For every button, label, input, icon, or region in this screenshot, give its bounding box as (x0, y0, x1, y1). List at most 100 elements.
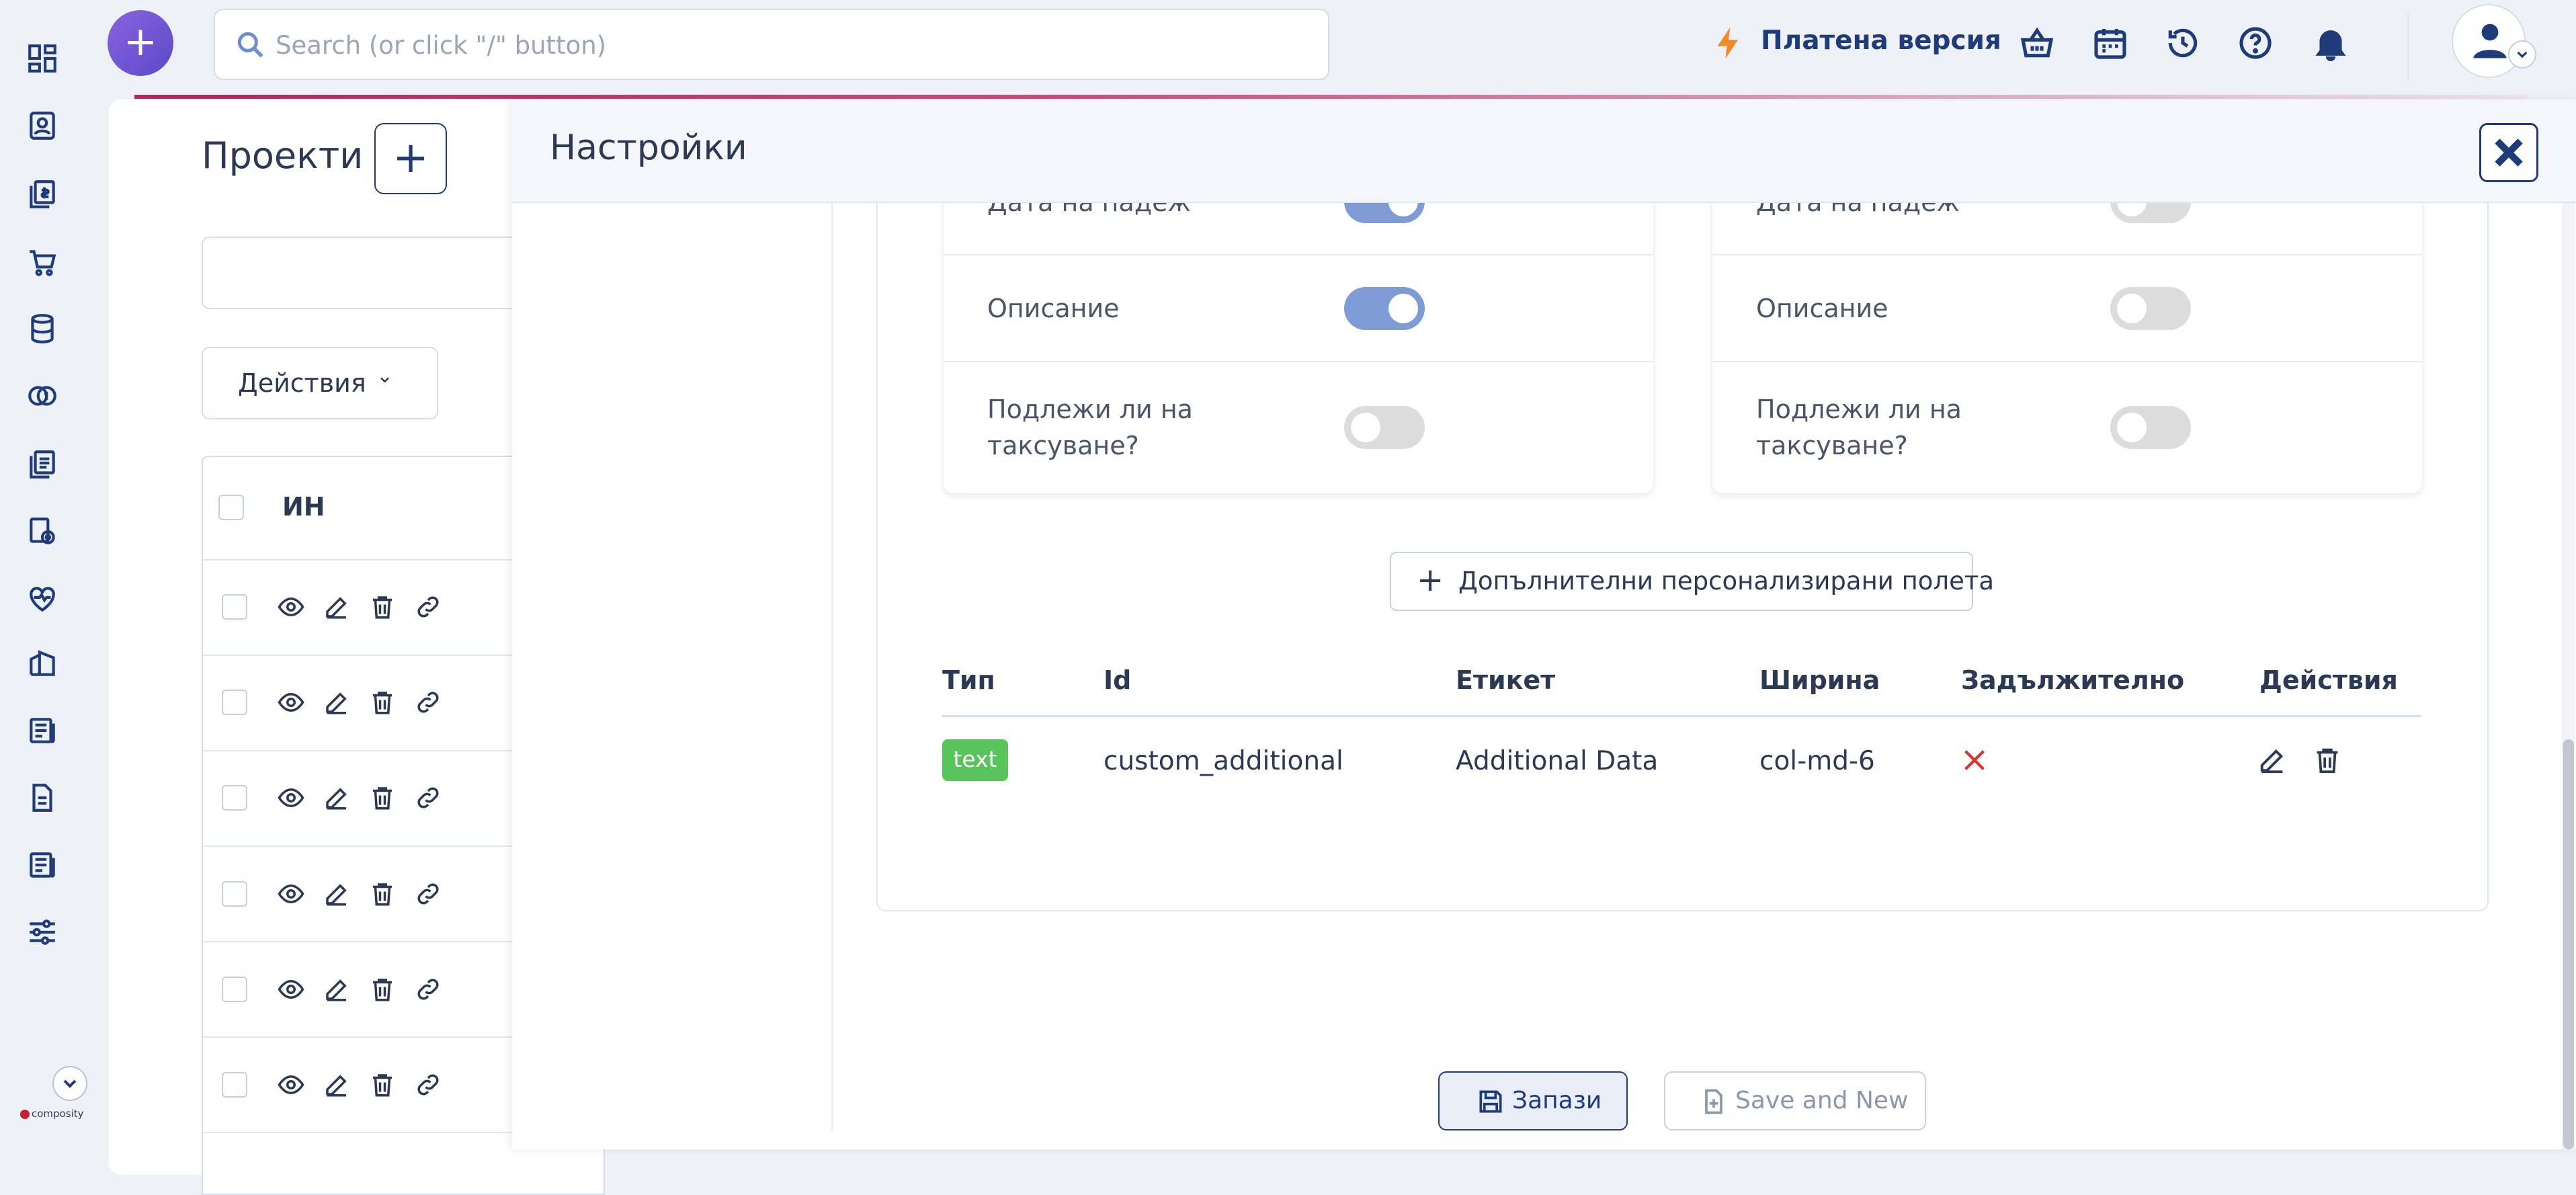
field-divider (1712, 361, 2422, 362)
link-icon[interactable] (414, 784, 442, 812)
toggle-description-left[interactable] (1344, 287, 1425, 330)
table-row-actions (277, 781, 452, 815)
view-icon[interactable] (277, 784, 305, 812)
row-checkbox[interactable] (222, 1072, 247, 1098)
plus-icon: + (1417, 561, 1444, 599)
file-plus-icon (1705, 1089, 1722, 1114)
chevron-down-icon (63, 1079, 77, 1088)
documents-icon[interactable] (26, 448, 59, 481)
table-row-divider (203, 941, 552, 942)
link-icon[interactable] (414, 880, 442, 908)
dashboard-icon[interactable] (26, 42, 59, 75)
user-menu-toggle[interactable] (2508, 40, 2536, 69)
row-checkbox[interactable] (222, 881, 247, 907)
calendar-icon[interactable] (2091, 24, 2129, 62)
view-icon[interactable] (277, 593, 305, 621)
search-input[interactable] (274, 10, 1285, 80)
database-icon[interactable] (26, 312, 59, 345)
modal-side-divider (831, 203, 833, 1130)
table-header-divider (942, 715, 2421, 717)
row-checkbox[interactable] (222, 594, 247, 620)
field-label-cell: Additional Data (1456, 746, 1659, 776)
table-row-divider (203, 1036, 552, 1038)
help-icon[interactable] (2237, 24, 2274, 62)
header-accent-line (134, 95, 2527, 99)
field-label: Описание (987, 294, 1120, 323)
header-divider (2407, 13, 2409, 81)
column-header-width: Ширина (1759, 665, 1880, 695)
toggle-taxable-left[interactable] (1344, 406, 1425, 449)
link-icon[interactable] (414, 975, 442, 1003)
table-row-divider (203, 559, 552, 561)
paid-version-link[interactable]: Платена версия (1761, 26, 2001, 56)
save-and-new-label: Save and New (1735, 1087, 1909, 1114)
basket-icon[interactable] (2018, 24, 2056, 62)
select-all-checkbox[interactable] (218, 495, 244, 520)
edit-icon[interactable] (323, 975, 351, 1003)
view-icon[interactable] (277, 975, 305, 1003)
trash-icon[interactable] (368, 975, 397, 1003)
cart-icon[interactable] (26, 246, 59, 280)
trash-icon[interactable] (368, 784, 397, 812)
contacts-icon[interactable] (26, 109, 59, 142)
link-icon[interactable] (414, 688, 442, 716)
save-and-new-button[interactable]: Save and New (1664, 1071, 1926, 1130)
not-required-x-icon (1964, 750, 1985, 770)
edit-icon[interactable] (323, 593, 351, 621)
floppy-disk-icon (1479, 1090, 1502, 1113)
column-header-label: Етикет (1456, 665, 1556, 695)
payments-icon[interactable] (26, 379, 59, 413)
sidebar-collapse-button[interactable] (52, 1066, 87, 1101)
invoices-icon[interactable] (26, 177, 59, 211)
save-button[interactable]: Запази (1438, 1071, 1628, 1130)
projects-icon[interactable] (26, 647, 59, 680)
trash-icon[interactable] (368, 1071, 397, 1099)
user-icon (2473, 24, 2507, 58)
edit-icon[interactable] (323, 880, 351, 908)
save-button-label: Запази (1512, 1087, 1602, 1114)
chevron-down-icon (2517, 51, 2528, 58)
link-icon[interactable] (414, 593, 442, 621)
row-checkbox[interactable] (222, 785, 247, 811)
reports-icon[interactable] (26, 848, 59, 882)
file-icon[interactable] (26, 781, 59, 815)
view-icon[interactable] (277, 688, 305, 716)
row-checkbox[interactable] (222, 690, 247, 715)
add-project-button[interactable]: + (374, 123, 447, 194)
edit-icon[interactable] (323, 1071, 351, 1099)
news-icon[interactable] (26, 714, 59, 747)
notifications-bell-icon[interactable] (2312, 24, 2350, 62)
sliders-icon[interactable] (26, 915, 59, 949)
edit-custom-field-icon[interactable] (2257, 745, 2288, 776)
field-label: Подлежи ли на таксуване? (987, 395, 1193, 460)
row-checkbox[interactable] (222, 977, 247, 1002)
trash-icon[interactable] (368, 688, 397, 716)
search-box[interactable] (214, 9, 1329, 80)
quick-add-button[interactable]: + (108, 10, 173, 76)
settings-docs-icon[interactable] (26, 515, 59, 548)
edit-icon[interactable] (323, 688, 351, 716)
actions-dropdown[interactable]: Действия ⌄ (202, 347, 438, 419)
add-custom-fields-button[interactable]: + Допълнителни персонализирани полета (1390, 552, 1994, 611)
link-icon[interactable] (414, 1071, 442, 1099)
delete-custom-field-icon[interactable] (2312, 745, 2343, 776)
chevron-down-icon: ⌄ (376, 364, 394, 388)
field-id-cell: custom_additional (1104, 746, 1343, 776)
field-label: Описание (1756, 294, 1888, 323)
toggle-taxable-right[interactable] (2110, 406, 2191, 449)
history-icon[interactable] (2164, 24, 2202, 62)
field-width-cell: col-md-6 (1759, 746, 1875, 776)
close-modal-button[interactable] (2479, 123, 2538, 182)
lightning-icon (1717, 27, 1738, 59)
modal-header (512, 99, 2576, 203)
edit-icon[interactable] (323, 784, 351, 812)
table-row-actions (277, 877, 452, 911)
health-icon[interactable] (26, 582, 59, 616)
view-icon[interactable] (277, 1071, 305, 1099)
view-icon[interactable] (277, 880, 305, 908)
field-label: Подлежи ли на таксуване? (1756, 395, 1962, 460)
toggle-description-right[interactable] (2110, 287, 2191, 330)
trash-icon[interactable] (368, 593, 397, 621)
modal-scrollbar-thumb[interactable] (2563, 739, 2574, 1149)
trash-icon[interactable] (368, 880, 397, 908)
